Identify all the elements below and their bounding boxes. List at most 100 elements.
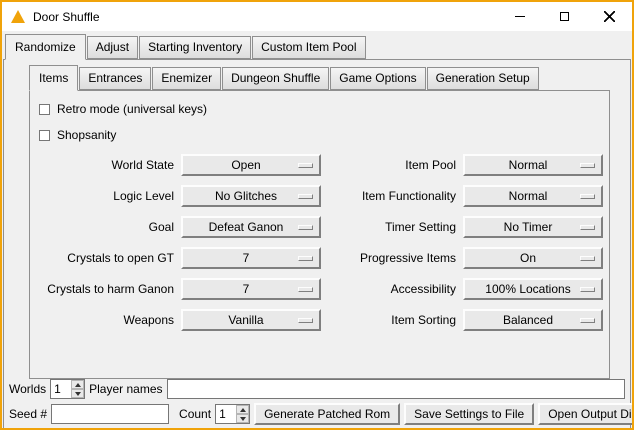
outer-tab-bar: Randomize Adjust Starting Inventory Cust… bbox=[2, 31, 632, 59]
dropdown-indicator-icon bbox=[580, 318, 595, 323]
inner-tab-bar: Items Entrances Enemizer Dungeon Shuffle… bbox=[29, 62, 610, 90]
logic-level-value: No Glitches bbox=[215, 189, 277, 203]
dropdown-indicator-icon bbox=[580, 163, 595, 168]
accessibility-value: 100% Locations bbox=[485, 282, 570, 296]
dropdown-indicator-icon bbox=[298, 287, 313, 292]
count-down-button[interactable] bbox=[236, 414, 249, 423]
dropdown-indicator-icon bbox=[580, 287, 595, 292]
crystals-gt-dropdown[interactable]: 7 bbox=[181, 247, 321, 269]
accessibility-label: Accessibility bbox=[328, 282, 456, 296]
tab-game-options[interactable]: Game Options bbox=[330, 67, 425, 90]
crystals-ganon-dropdown[interactable]: 7 bbox=[181, 278, 321, 300]
save-settings-button[interactable]: Save Settings to File bbox=[404, 403, 534, 425]
maximize-icon bbox=[560, 12, 569, 21]
open-output-directory-button[interactable]: Open Output Directory bbox=[538, 403, 634, 425]
dropdown-indicator-icon bbox=[298, 225, 313, 230]
shopsanity-row: Shopsanity bbox=[39, 128, 605, 142]
minimize-icon bbox=[515, 16, 525, 17]
tab-adjust[interactable]: Adjust bbox=[87, 36, 138, 59]
window-controls bbox=[497, 2, 632, 31]
worlds-stepper-buttons bbox=[71, 380, 84, 398]
bottom-controls: Worlds Player names Seed # Count bbox=[4, 379, 630, 430]
seed-row: Seed # Count Generate Patched Rom Save S… bbox=[9, 403, 625, 425]
timer-setting-dropdown[interactable]: No Timer bbox=[463, 216, 603, 238]
retro-mode-checkbox[interactable] bbox=[39, 104, 50, 115]
worlds-down-button[interactable] bbox=[71, 389, 84, 398]
tab-enemizer[interactable]: Enemizer bbox=[152, 67, 221, 90]
randomize-tab-panel: Items Entrances Enemizer Dungeon Shuffle… bbox=[3, 59, 631, 430]
progressive-items-value: On bbox=[520, 251, 536, 265]
item-pool-value: Normal bbox=[509, 158, 548, 172]
retro-mode-label: Retro mode (universal keys) bbox=[57, 102, 207, 116]
arrow-up-icon bbox=[240, 408, 246, 412]
window-title: Door Shuffle bbox=[33, 10, 100, 24]
dropdown-indicator-icon bbox=[298, 256, 313, 261]
goal-value: Defeat Ganon bbox=[209, 220, 284, 234]
worlds-up-button[interactable] bbox=[71, 380, 84, 389]
player-names-label: Player names bbox=[89, 382, 162, 396]
count-label: Count bbox=[179, 407, 211, 421]
logic-level-label: Logic Level bbox=[34, 189, 174, 203]
world-state-label: World State bbox=[34, 158, 174, 172]
worlds-row: Worlds Player names bbox=[9, 379, 625, 399]
options-grid: World State Open Item Pool Normal Logic … bbox=[34, 154, 605, 331]
tab-randomize[interactable]: Randomize bbox=[5, 34, 86, 60]
count-input[interactable] bbox=[216, 405, 236, 423]
dropdown-indicator-icon bbox=[298, 163, 313, 168]
items-tab-panel: Retro mode (universal keys) Shopsanity W… bbox=[29, 90, 610, 379]
tab-custom-item-pool[interactable]: Custom Item Pool bbox=[252, 36, 365, 59]
progressive-items-dropdown[interactable]: On bbox=[463, 247, 603, 269]
shopsanity-label: Shopsanity bbox=[57, 128, 116, 142]
tab-items[interactable]: Items bbox=[29, 65, 78, 91]
crystals-gt-label: Crystals to open GT bbox=[34, 251, 174, 265]
retro-mode-row: Retro mode (universal keys) bbox=[39, 102, 605, 116]
tab-entrances[interactable]: Entrances bbox=[79, 67, 151, 90]
item-functionality-label: Item Functionality bbox=[328, 189, 456, 203]
item-functionality-value: Normal bbox=[509, 189, 548, 203]
timer-setting-value: No Timer bbox=[504, 220, 553, 234]
world-state-dropdown[interactable]: Open bbox=[181, 154, 321, 176]
item-pool-dropdown[interactable]: Normal bbox=[463, 154, 603, 176]
count-up-button[interactable] bbox=[236, 405, 249, 414]
tab-dungeon-shuffle[interactable]: Dungeon Shuffle bbox=[222, 67, 329, 90]
dropdown-indicator-icon bbox=[580, 256, 595, 261]
tab-generation-setup[interactable]: Generation Setup bbox=[427, 67, 539, 90]
title-bar: Door Shuffle bbox=[2, 2, 632, 31]
worlds-input[interactable] bbox=[51, 380, 71, 398]
inner-notebook: Items Entrances Enemizer Dungeon Shuffle… bbox=[29, 62, 610, 379]
accessibility-dropdown[interactable]: 100% Locations bbox=[463, 278, 603, 300]
door-shuffle-window: Door Shuffle Randomize Adjust Starting I… bbox=[0, 0, 634, 430]
item-sorting-dropdown[interactable]: Balanced bbox=[463, 309, 603, 331]
crystals-gt-value: 7 bbox=[243, 251, 250, 265]
weapons-dropdown[interactable]: Vanilla bbox=[181, 309, 321, 331]
world-state-value: Open bbox=[231, 158, 260, 172]
crystals-ganon-value: 7 bbox=[243, 282, 250, 296]
close-icon bbox=[604, 11, 615, 22]
arrow-up-icon bbox=[75, 383, 81, 387]
seed-label: Seed # bbox=[9, 407, 47, 421]
generate-patched-rom-button[interactable]: Generate Patched Rom bbox=[254, 403, 400, 425]
logic-level-dropdown[interactable]: No Glitches bbox=[181, 185, 321, 207]
dropdown-indicator-icon bbox=[580, 225, 595, 230]
minimize-button[interactable] bbox=[497, 2, 542, 31]
maximize-button[interactable] bbox=[542, 2, 587, 31]
item-sorting-value: Balanced bbox=[503, 313, 553, 327]
dropdown-indicator-icon bbox=[298, 318, 313, 323]
item-functionality-dropdown[interactable]: Normal bbox=[463, 185, 603, 207]
item-pool-label: Item Pool bbox=[328, 158, 456, 172]
shopsanity-checkbox[interactable] bbox=[39, 130, 50, 141]
timer-setting-label: Timer Setting bbox=[328, 220, 456, 234]
crystals-ganon-label: Crystals to harm Ganon bbox=[34, 282, 174, 296]
dropdown-indicator-icon bbox=[580, 194, 595, 199]
tab-starting-inventory[interactable]: Starting Inventory bbox=[139, 36, 251, 59]
close-button[interactable] bbox=[587, 2, 632, 31]
arrow-down-icon bbox=[75, 392, 81, 396]
weapons-label: Weapons bbox=[34, 313, 174, 327]
count-stepper-buttons bbox=[236, 405, 249, 423]
progressive-items-label: Progressive Items bbox=[328, 251, 456, 265]
goal-dropdown[interactable]: Defeat Ganon bbox=[181, 216, 321, 238]
player-names-input[interactable] bbox=[167, 379, 626, 399]
worlds-stepper bbox=[50, 379, 85, 399]
weapons-value: Vanilla bbox=[228, 313, 263, 327]
seed-input[interactable] bbox=[51, 404, 169, 424]
